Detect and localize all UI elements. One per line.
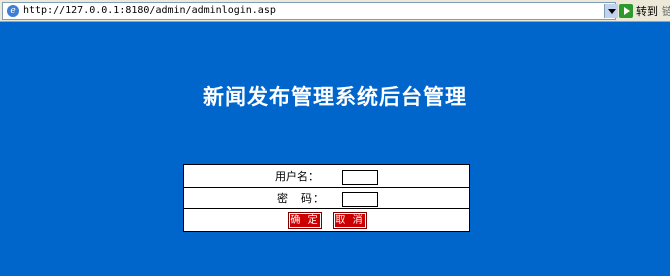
go-label: 转到 bbox=[636, 5, 658, 18]
cancel-button[interactable]: 取 消 bbox=[333, 212, 367, 229]
login-form: 用户名： 密 码： 确 定 取 消 bbox=[183, 164, 470, 232]
address-bar: e http://127.0.0.1:8180/admin/adminlogin… bbox=[0, 0, 670, 22]
username-row: 用户名： bbox=[184, 165, 469, 188]
address-dropdown-button[interactable] bbox=[604, 4, 618, 18]
buttons-row: 确 定 取 消 bbox=[184, 209, 469, 231]
password-row: 密 码： bbox=[184, 188, 469, 209]
password-label: 密 码： bbox=[277, 192, 325, 205]
ie-page-icon: e bbox=[7, 5, 19, 17]
submit-button[interactable]: 确 定 bbox=[288, 212, 322, 229]
address-input[interactable]: e http://127.0.0.1:8180/admin/adminlogin… bbox=[2, 2, 618, 20]
password-input[interactable] bbox=[342, 192, 378, 207]
username-label: 用户名： bbox=[275, 170, 319, 183]
page-title: 新闻发布管理系统后台管理 bbox=[203, 84, 467, 109]
username-input[interactable] bbox=[342, 170, 378, 185]
address-url-text[interactable]: http://127.0.0.1:8180/admin/adminlogin.a… bbox=[23, 4, 276, 18]
links-label[interactable]: 链 bbox=[662, 3, 670, 19]
go-button[interactable]: 转到 bbox=[619, 3, 658, 19]
go-arrow-icon bbox=[619, 4, 633, 18]
